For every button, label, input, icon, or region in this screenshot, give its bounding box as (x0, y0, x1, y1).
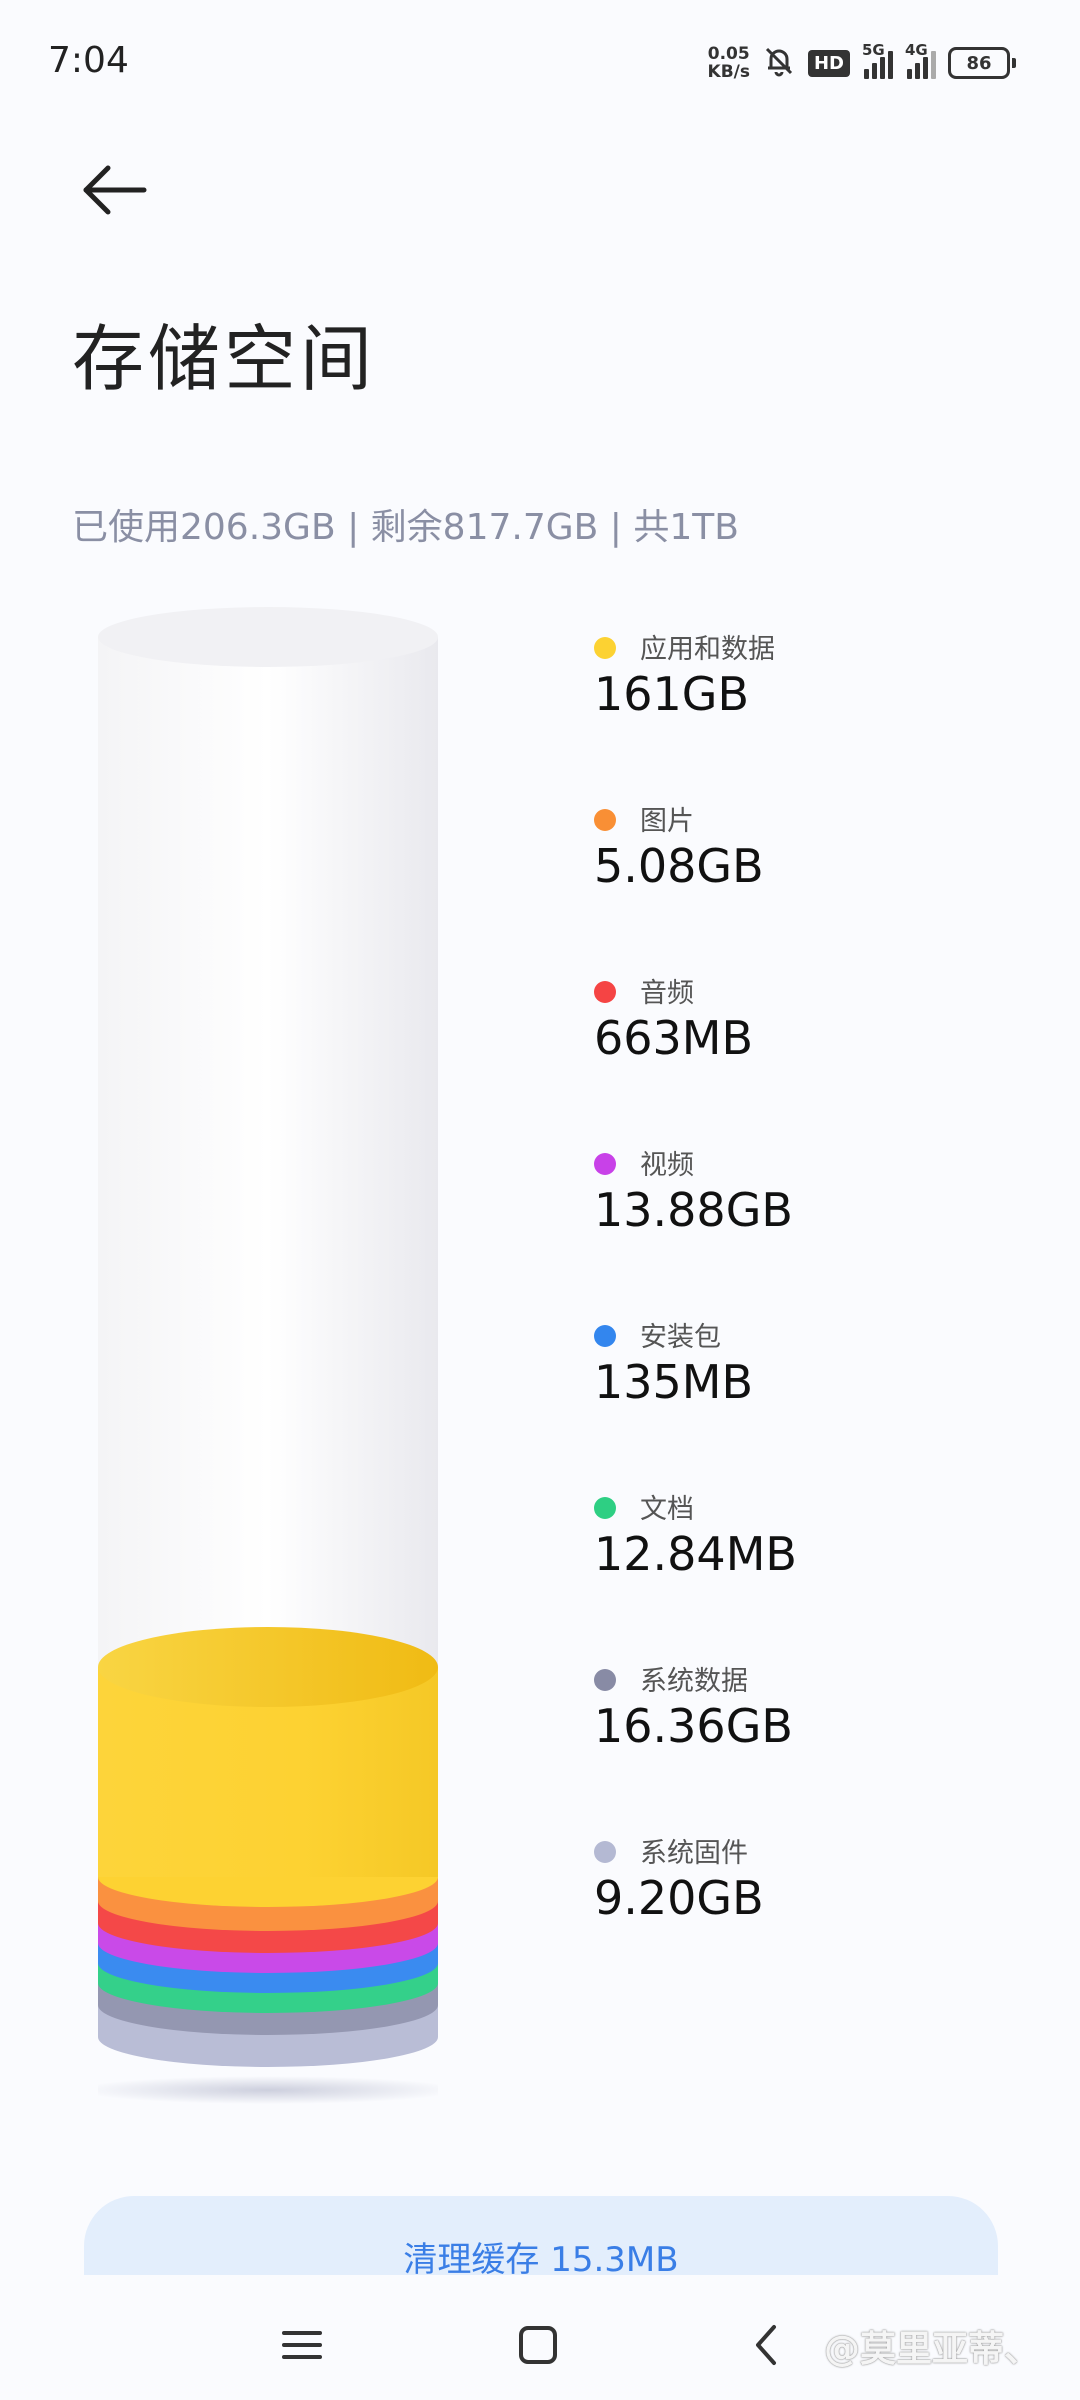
menu-icon (282, 2331, 322, 2359)
legend-item-images[interactable]: 图片 5.08GB (590, 797, 1030, 969)
legend-item-documents[interactable]: 文档 12.84MB (590, 1485, 1030, 1657)
legend-label: 音频 (640, 978, 694, 1009)
legend-value: 12.84MB (594, 1527, 797, 1581)
legend-label: 应用和数据 (640, 634, 775, 665)
legend-item-packages[interactable]: 安装包 135MB (590, 1313, 1030, 1485)
legend-value: 9.20GB (594, 1871, 764, 1925)
signal-5g-icon: 5G (862, 41, 893, 79)
hd-voice-badge: HD (807, 49, 850, 77)
legend-label: 视频 (640, 1150, 694, 1181)
legend-value: 16.36GB (594, 1699, 793, 1753)
home-button[interactable] (508, 2315, 568, 2375)
network-speed-unit: KB/s (707, 62, 750, 82)
legend-value: 135MB (594, 1355, 754, 1409)
signal-5g-label: 5G (862, 41, 885, 59)
purple-dot-icon (594, 1153, 616, 1175)
back-arrow-icon (83, 165, 147, 215)
storage-summary: 已使用206.3GB | 剩余817.7GB | 共1TB (72, 507, 739, 548)
status-icons: 0.05 KB/s HD 5G 4G 86 (708, 41, 1016, 82)
storage-legend: 应用和数据 161GB 图片 5.08GB 音频 663MB 视频 13.88G… (590, 625, 1030, 2001)
status-time: 7:04 (48, 40, 129, 81)
orange-dot-icon (594, 809, 616, 831)
signal-4g-icon: 4G (905, 41, 936, 79)
gray-dot-icon (594, 1669, 616, 1691)
legend-item-audio[interactable]: 音频 663MB (590, 969, 1030, 1141)
cylinder-shadow (98, 2076, 438, 2104)
nav-back-button[interactable] (738, 2315, 798, 2375)
network-speed-value: 0.05 (707, 44, 750, 64)
blue-dot-icon (594, 1325, 616, 1347)
storage-cylinder-chart (98, 605, 438, 2105)
legend-label: 图片 (640, 806, 694, 837)
storage-segments (98, 1627, 438, 2067)
legend-item-apps-data[interactable]: 应用和数据 161GB (590, 625, 1030, 797)
mute-notification-icon (762, 44, 796, 82)
light-gray-dot-icon (594, 1841, 616, 1863)
battery-icon: 86 (948, 47, 1016, 79)
legend-item-system-data[interactable]: 系统数据 16.36GB (590, 1657, 1030, 1829)
red-dot-icon (594, 981, 616, 1003)
green-dot-icon (594, 1497, 616, 1519)
legend-item-system-firmware[interactable]: 系统固件 9.20GB (590, 1829, 1030, 2001)
legend-value: 5.08GB (594, 839, 764, 893)
legend-label: 安装包 (640, 1322, 721, 1353)
home-icon (519, 2326, 557, 2364)
legend-label: 系统数据 (640, 1666, 748, 1697)
legend-label: 文档 (640, 1494, 694, 1525)
page-title: 存储空间 (72, 317, 377, 401)
legend-value: 663MB (594, 1011, 754, 1065)
clean-cache-label: 清理缓存 15.3MB (403, 2239, 679, 2280)
cylinder-top (98, 607, 438, 667)
yellow-dot-icon (594, 637, 616, 659)
legend-label: 系统固件 (640, 1838, 748, 1869)
back-icon (756, 2325, 776, 2365)
battery-level: 86 (948, 47, 1010, 79)
network-speed: 0.05 KB/s (708, 45, 750, 81)
legend-value: 161GB (594, 667, 750, 721)
legend-item-video[interactable]: 视频 13.88GB (590, 1141, 1030, 1313)
menu-button[interactable] (272, 2315, 332, 2375)
segment-apps-data-top (98, 1627, 438, 1707)
status-bar: 7:04 0.05 KB/s HD 5G 4G 86 (0, 0, 1080, 130)
legend-value: 13.88GB (594, 1183, 793, 1237)
back-button[interactable] (72, 150, 162, 230)
watermark: @莫里亚蒂、 (823, 2329, 1040, 2370)
signal-4g-label: 4G (905, 41, 928, 59)
